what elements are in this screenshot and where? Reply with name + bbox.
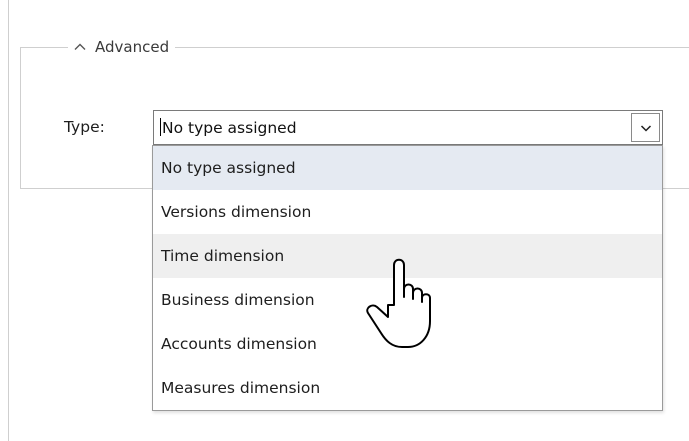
type-label: Type: — [64, 118, 105, 136]
advanced-group-label: Advanced — [95, 38, 170, 56]
dropdown-option[interactable]: Versions dimension — [153, 190, 662, 234]
dialog-panel: Advanced Type: No type assigned No type … — [0, 0, 689, 441]
dropdown-option[interactable]: Business dimension — [153, 278, 662, 322]
text-caret — [160, 118, 161, 136]
dropdown-option[interactable]: Accounts dimension — [153, 322, 662, 366]
type-combobox-value[interactable]: No type assigned — [162, 119, 297, 137]
chevron-up-icon[interactable] — [72, 39, 88, 55]
chevron-down-icon — [640, 124, 651, 132]
type-combobox-dropdown-button[interactable] — [631, 113, 660, 142]
type-combobox[interactable]: No type assigned — [153, 110, 663, 145]
dropdown-option[interactable]: Measures dimension — [153, 366, 662, 410]
dropdown-option[interactable]: Time dimension — [153, 234, 662, 278]
dropdown-option[interactable]: No type assigned — [153, 146, 662, 190]
type-combobox-value-wrap[interactable]: No type assigned — [160, 117, 297, 139]
type-dropdown-list[interactable]: No type assigned Versions dimension Time… — [152, 145, 663, 411]
panel-border — [8, 0, 9, 441]
advanced-group-header[interactable]: Advanced — [68, 36, 176, 58]
